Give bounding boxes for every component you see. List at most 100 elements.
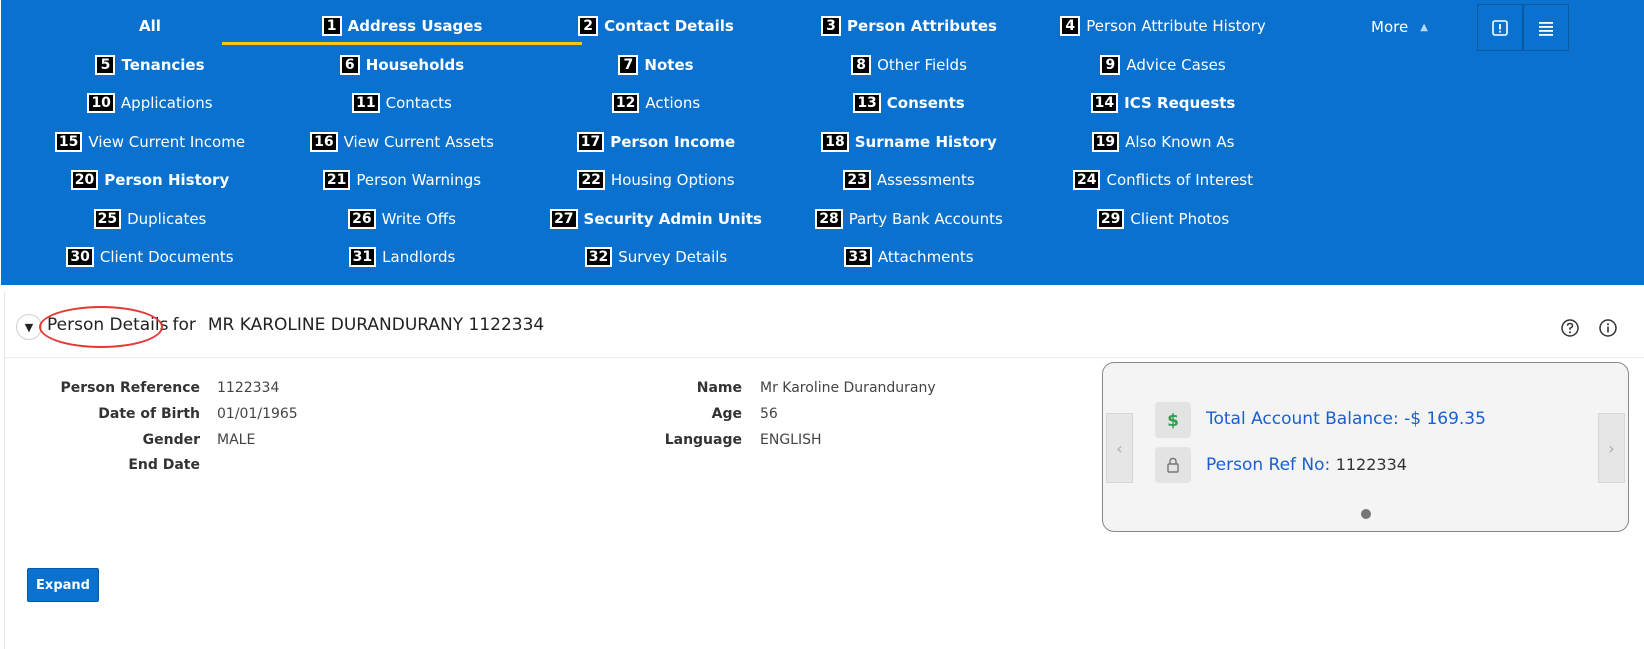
tab-label: Person Warnings [356,171,482,189]
tab-label: Duplicates [127,210,207,228]
tab-label: Contacts [385,94,452,112]
tab-label: View Current Income [88,133,246,151]
ref-label: Person Ref No: [1206,455,1331,475]
expand-button[interactable]: Expand [27,568,99,602]
caret-up-icon: ▲ [1420,21,1428,33]
tab-number-badge: 9 [1100,55,1121,75]
tab-attachments[interactable]: 33 Attachments [759,242,1059,272]
tab-number-badge: 13 [853,93,881,113]
tab-number-badge: 20 [70,170,99,190]
field-value-date-of-birth: 01/01/1965 [217,406,298,422]
account-summary-carousel: ‹ › $ Total Account Balance: -$ 169.35 P… [1102,362,1629,532]
tab-number-badge: 14 [1090,93,1119,113]
balance-label: Total Account Balance: [1206,409,1399,429]
tab-number-badge: 2 [578,16,599,36]
help-icon[interactable] [1560,318,1580,338]
tab-label: Consents [886,94,965,112]
tab-label: Applications [120,94,213,112]
tab-number-badge: 8 [851,55,872,75]
tab-number-badge: 26 [348,209,376,229]
tab-label: All [139,17,161,35]
tab-number-badge: 11 [352,93,380,113]
tabs-bar: All 1 Address Usages 2 Contact Details 3 Perso… [1,0,1644,285]
field-value-language: ENGLISH [760,432,822,448]
tab-number-badge: 22 [577,170,605,190]
tab-label: Landlords [382,248,456,266]
tab-number-badge: 4 [1060,16,1081,36]
field-label-name: Name [696,380,742,396]
tab-number-badge: 3 [821,16,842,36]
region-title-text: Person Details [47,315,169,335]
tab-number-badge: 33 [844,247,872,267]
tab-label: Survey Details [618,248,728,266]
tab-conflicts-of-interest[interactable]: 24 Conflicts of Interest [1013,165,1313,195]
tab-label: Surname History [854,133,997,151]
tab-number-badge: 18 [821,132,849,152]
field-label-person-reference: Person Reference [60,380,200,396]
tab-number-badge: 19 [1091,132,1120,152]
field-value-person-reference: 1122334 [217,380,280,396]
balance-value: -$ 169.35 [1404,409,1486,429]
lock-icon [1155,447,1191,483]
tab-label: Person Attributes [847,17,997,35]
tab-label: Person History [104,171,230,189]
field-label-language: Language [664,432,742,448]
tab-label: Actions [645,94,701,112]
caret-down-icon: ▼ [24,320,34,334]
tab-ics-requests[interactable]: 14 ICS Requests [1013,88,1313,118]
tab-label: Advice Cases [1126,56,1226,74]
tab-label: Client Photos [1130,210,1230,228]
tab-label: Security Admin Units [583,210,762,228]
region-title: Person Details for MR KAROLINE DURANDURANY… [47,315,544,335]
chevron-left-icon: ‹ [1116,438,1123,458]
tab-label: Party Bank Accounts [848,210,1003,228]
tab-label: Person Income [610,133,736,151]
collapse-toggle-button[interactable]: ▼ [16,314,42,340]
tab-label: Conflicts of Interest [1106,171,1253,189]
region-header: ▼ Person Details for MR KAROLINE DURANDURA… [5,292,1644,358]
ref-value: 1122334 [1335,455,1407,474]
tab-number-badge: 21 [322,170,351,190]
tab-advice-cases[interactable]: 9 Advice Cases [1013,50,1313,80]
tab-label: Contact Details [604,17,734,35]
total-account-balance: Total Account Balance: -$ 169.35 [1206,409,1486,429]
tab-number-badge: 15 [54,132,83,152]
dollar-icon: $ [1155,402,1191,438]
tab-number-badge: 28 [815,209,843,229]
tab-label: Client Documents [99,248,234,266]
carousel-next-button[interactable]: › [1598,413,1625,483]
tab-label: Address Usages [347,17,483,35]
field-label-date-of-birth: Date of Birth [98,406,200,422]
menu-button[interactable] [1523,4,1569,51]
tab-label: Housing Options [610,171,735,189]
tab-label: Other Fields [877,56,967,74]
field-value-gender: MALE [217,432,256,448]
tab-label: ICS Requests [1124,94,1236,112]
tab-number-badge: 24 [1073,170,1101,190]
tab-client-photos[interactable]: 29 Client Photos [1013,204,1313,234]
tab-number-badge: 12 [611,93,640,113]
field-label-end-date: End Date [128,457,200,473]
tab-also-known-as[interactable]: 19 Also Known As [1013,127,1313,157]
svg-text:$: $ [1167,411,1179,430]
field-label-gender: Gender [142,432,200,448]
tab-number-badge: 16 [310,132,338,152]
tab-number-badge: 1 [321,16,342,36]
info-icon[interactable] [1598,318,1618,338]
tab-label: Write Offs [381,210,456,228]
field-value-name: Mr Karoline Durandurany [760,380,936,396]
field-value-age: 56 [760,406,778,422]
tab-label: Person Attribute History [1086,17,1266,35]
alert-icon [1492,19,1508,36]
more-tabs-button[interactable]: More ▲ [1371,12,1428,42]
carousel-indicator-dot[interactable] [1361,509,1371,519]
carousel-prev-button[interactable]: ‹ [1106,413,1133,483]
tab-number-badge: 7 [618,55,639,75]
more-label: More [1371,18,1409,36]
tab-number-badge: 6 [339,55,360,75]
tab-label: View Current Assets [343,133,494,151]
tab-person-attribute-history[interactable]: 4 Person Attribute History [1013,11,1313,41]
tab-number-badge: 17 [576,132,605,152]
tab-number-badge: 29 [1096,209,1125,229]
alert-button[interactable] [1477,4,1523,51]
